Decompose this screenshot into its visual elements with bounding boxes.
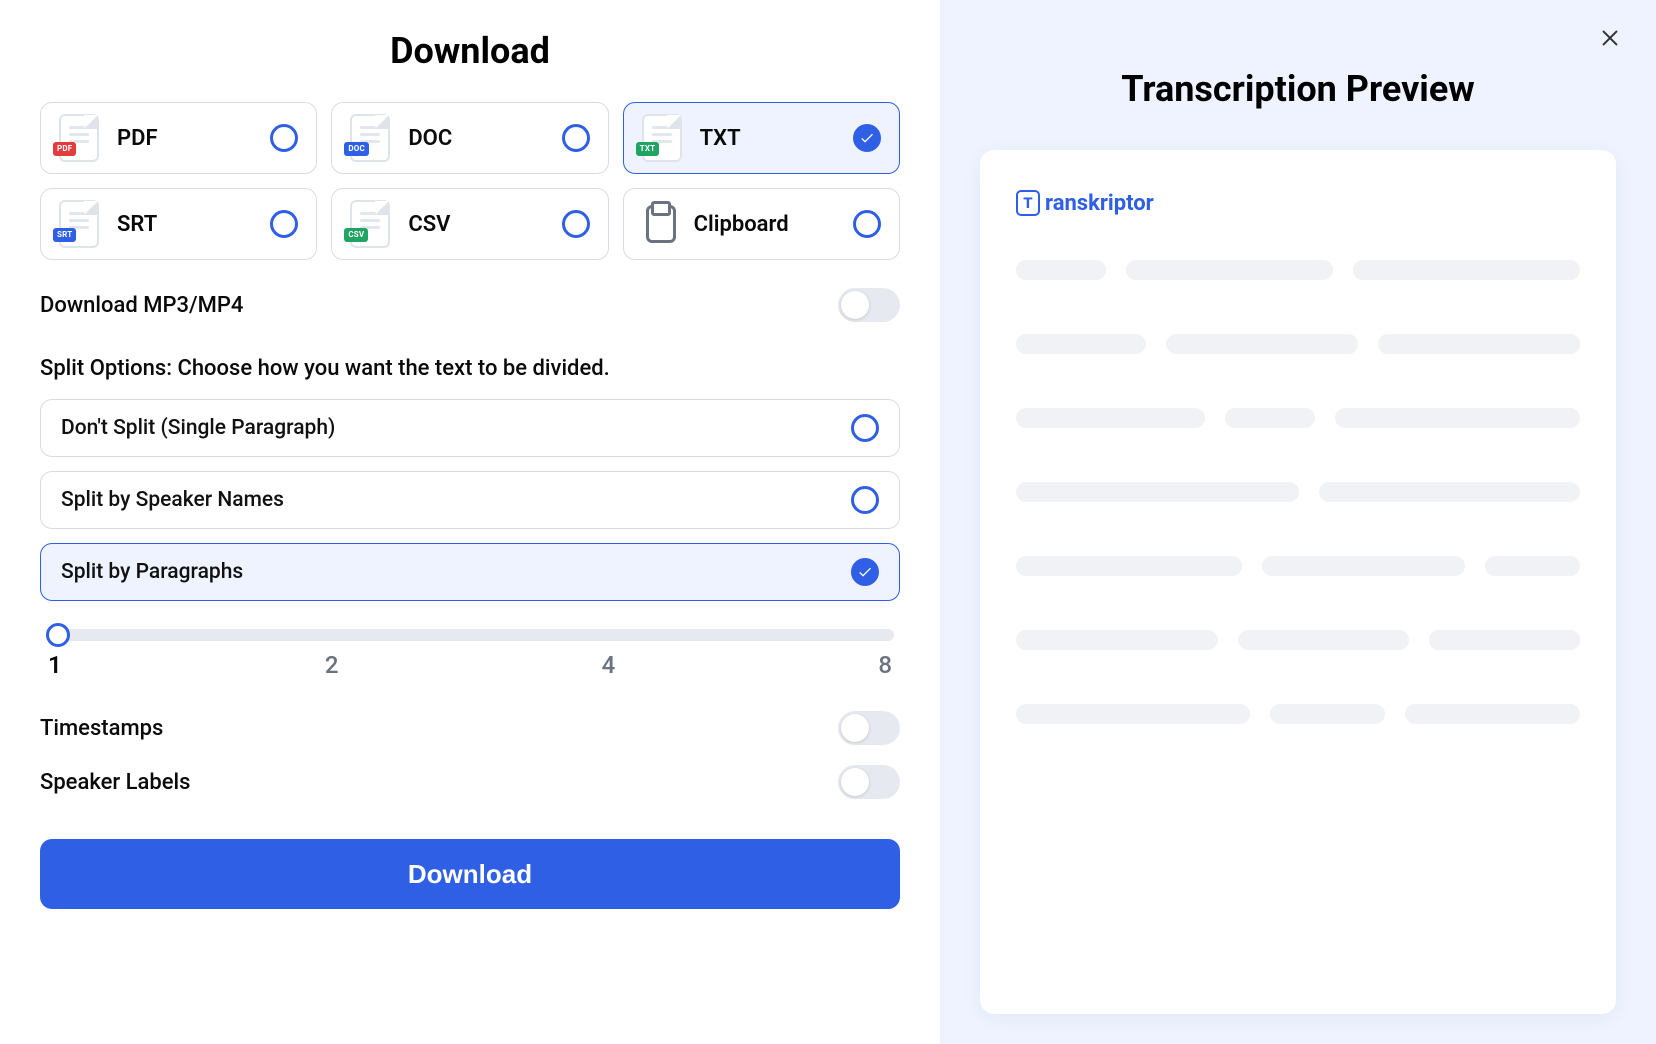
format-option-srt[interactable]: SRT SRT [40,188,317,260]
split-option-nosplit[interactable]: Don't Split (Single Paragraph) [40,399,900,457]
pdf-file-icon: PDF [59,114,99,162]
slider-thumb[interactable] [46,623,70,647]
srt-file-icon: SRT [59,200,99,248]
radio-unchecked-icon [270,210,298,238]
speaker-labels-row: Speaker Labels [40,765,900,799]
doc-file-icon: DOC [350,114,390,162]
format-option-txt[interactable]: TXT TXT [623,102,900,174]
radio-unchecked-icon [851,486,879,514]
radio-unchecked-icon [562,210,590,238]
format-label: PDF [117,126,252,151]
skeleton-row [1016,334,1580,354]
txt-file-icon: TXT [642,114,682,162]
skeleton-row [1016,630,1580,650]
clipboard-icon [646,205,676,243]
close-icon [1599,27,1621,49]
split-option-speaker[interactable]: Split by Speaker Names [40,471,900,529]
slider-mark: 8 [878,651,892,679]
timestamps-row: Timestamps [40,711,900,745]
speaker-labels-label: Speaker Labels [40,770,190,795]
skeleton-row [1016,408,1580,428]
slider-mark: 2 [325,651,339,679]
skeleton-row [1016,556,1580,576]
download-button[interactable]: Download [40,839,900,909]
format-label: TXT [700,126,835,151]
radio-unchecked-icon [853,210,881,238]
speaker-labels-toggle[interactable] [838,765,900,799]
radio-checked-icon [853,124,881,152]
timestamps-toggle[interactable] [838,711,900,745]
format-label: DOC [408,126,543,151]
brand-name: ranskriptor [1045,191,1154,216]
split-option-label: Don't Split (Single Paragraph) [61,416,335,440]
brand-logo-icon: T [1016,190,1040,216]
format-grid: PDF PDF DOC DOC TXT TXT [40,102,900,260]
slider-mark: 1 [48,651,62,679]
close-button[interactable] [1594,22,1626,54]
skeleton-row [1016,704,1580,724]
preview-card: Transkriptor [980,150,1616,1014]
download-media-label: Download MP3/MP4 [40,293,243,318]
format-option-pdf[interactable]: PDF PDF [40,102,317,174]
download-media-row: Download MP3/MP4 [40,288,900,322]
brand-logo: Transkriptor [1016,190,1580,216]
page-title: Download [40,30,900,72]
slider-marks: 1 2 4 8 [46,651,894,679]
skeleton-row [1016,482,1580,502]
skeleton-row [1016,260,1580,280]
format-option-doc[interactable]: DOC DOC [331,102,608,174]
radio-unchecked-icon [270,124,298,152]
csv-file-icon: CSV [350,200,390,248]
split-option-paragraphs[interactable]: Split by Paragraphs [40,543,900,601]
slider-mark: 4 [602,651,616,679]
paragraph-count-slider[interactable]: 1 2 4 8 [40,629,900,679]
preview-panel: Transcription Preview Transkriptor [940,0,1656,1044]
download-panel: Download PDF PDF DOC DOC TXT TX [0,0,940,1044]
split-options-heading: Split Options: Choose how you want the t… [40,356,900,381]
split-option-label: Split by Speaker Names [61,488,284,512]
radio-checked-icon [851,558,879,586]
format-option-clipboard[interactable]: Clipboard [623,188,900,260]
radio-unchecked-icon [562,124,590,152]
preview-title: Transcription Preview [980,68,1616,110]
timestamps-label: Timestamps [40,716,163,741]
format-label: SRT [117,212,252,237]
format-option-csv[interactable]: CSV CSV [331,188,608,260]
format-label: Clipboard [694,212,835,237]
format-label: CSV [408,212,543,237]
radio-unchecked-icon [851,414,879,442]
slider-track[interactable] [46,629,894,641]
download-media-toggle[interactable] [838,288,900,322]
split-option-label: Split by Paragraphs [61,560,243,584]
